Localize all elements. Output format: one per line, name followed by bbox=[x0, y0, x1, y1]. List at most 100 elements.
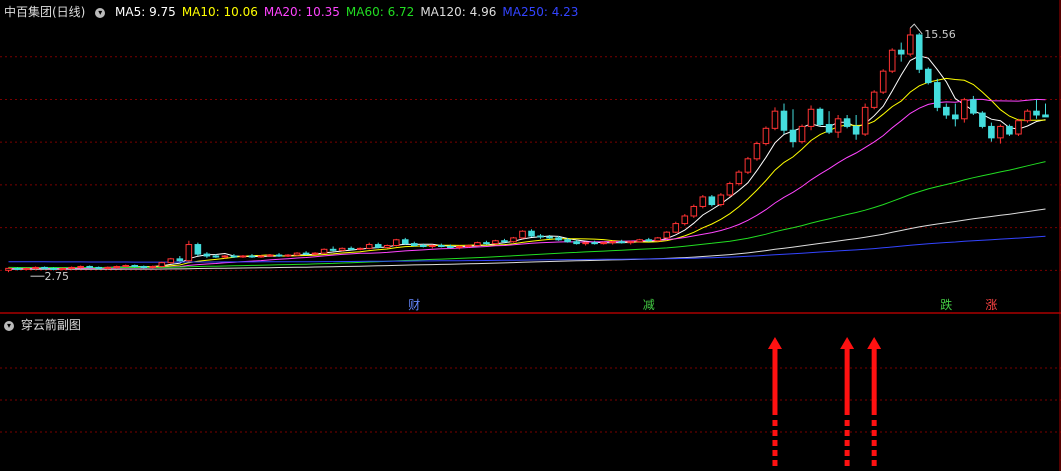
candle-body bbox=[266, 254, 274, 257]
candle-body bbox=[762, 127, 770, 145]
candle-body bbox=[1024, 110, 1031, 122]
candle bbox=[77, 265, 84, 269]
candle bbox=[933, 78, 941, 112]
candle bbox=[1042, 103, 1049, 118]
candle bbox=[140, 265, 148, 269]
ma-legend-item: MA20: 10.35 bbox=[263, 5, 340, 19]
arrow-dash bbox=[772, 450, 778, 456]
candle-body bbox=[447, 245, 454, 248]
candle-body bbox=[924, 68, 932, 84]
signal-marker-label: 减 bbox=[643, 298, 655, 312]
candle-body bbox=[356, 247, 364, 250]
candle-body bbox=[392, 239, 400, 247]
candle-body bbox=[239, 255, 247, 258]
candle bbox=[356, 247, 364, 251]
candle bbox=[708, 195, 716, 207]
candle-body bbox=[717, 194, 725, 206]
arrow-signals bbox=[767, 337, 882, 466]
candle-body bbox=[104, 266, 111, 269]
candle-body bbox=[519, 230, 526, 239]
candle bbox=[483, 240, 490, 245]
candle bbox=[807, 105, 815, 131]
arrow-dash bbox=[772, 460, 778, 466]
candle bbox=[158, 261, 166, 268]
sub-panel-toggle-icon[interactable]: ▾ bbox=[4, 320, 14, 331]
candle-body bbox=[825, 124, 833, 133]
candle bbox=[528, 229, 535, 237]
candle bbox=[456, 245, 463, 250]
candle-body bbox=[320, 248, 328, 254]
signal-marker-label: 涨 bbox=[985, 297, 997, 312]
candle bbox=[654, 236, 662, 242]
candle-body bbox=[185, 244, 193, 262]
candle-body bbox=[1015, 120, 1022, 135]
candle bbox=[194, 242, 202, 256]
candle bbox=[699, 195, 707, 209]
candle-body bbox=[140, 265, 148, 268]
candle bbox=[681, 214, 689, 226]
candle-body bbox=[365, 244, 373, 249]
candle-body bbox=[438, 245, 445, 248]
candle-body bbox=[338, 247, 346, 251]
candle bbox=[401, 237, 409, 245]
candle-body bbox=[1033, 110, 1040, 116]
candle bbox=[347, 246, 355, 251]
candle bbox=[492, 239, 499, 245]
candle-body bbox=[843, 118, 851, 127]
candle-body bbox=[221, 255, 229, 258]
candle-body bbox=[537, 235, 544, 238]
candle-body bbox=[14, 267, 21, 270]
ma-line bbox=[8, 77, 1046, 270]
arrow-dash bbox=[772, 440, 778, 446]
candle bbox=[618, 239, 625, 244]
candle bbox=[537, 234, 544, 239]
candle-body bbox=[32, 266, 39, 269]
candle-body bbox=[834, 118, 842, 133]
candle-body bbox=[113, 265, 121, 268]
candle bbox=[41, 266, 48, 270]
candle bbox=[609, 240, 616, 245]
candle bbox=[744, 156, 752, 175]
candle-body bbox=[627, 241, 634, 244]
candle bbox=[365, 242, 373, 250]
candle bbox=[519, 230, 526, 239]
candle-body bbox=[410, 243, 418, 247]
candle bbox=[915, 33, 923, 74]
candle-body bbox=[798, 125, 806, 143]
candle-body bbox=[735, 171, 743, 185]
candle-body bbox=[501, 240, 508, 243]
candle bbox=[113, 265, 121, 269]
candle bbox=[302, 251, 310, 256]
candle bbox=[789, 109, 797, 148]
high-price-label: 15.56 bbox=[924, 28, 956, 41]
candle bbox=[95, 266, 102, 270]
candle-body bbox=[122, 265, 130, 268]
candle bbox=[122, 264, 130, 268]
candle-body bbox=[95, 266, 102, 269]
candle bbox=[663, 231, 671, 239]
candle bbox=[284, 254, 292, 257]
arrow-dash bbox=[844, 450, 850, 456]
candle-body bbox=[708, 196, 716, 206]
candle bbox=[86, 265, 93, 269]
candle-body bbox=[149, 265, 157, 268]
legend-toggle-icon[interactable]: ▾ bbox=[95, 7, 106, 18]
candle-body bbox=[230, 255, 238, 258]
candle-body bbox=[41, 266, 48, 269]
arrow-dash bbox=[844, 430, 850, 436]
candle-body bbox=[302, 252, 310, 255]
candle bbox=[293, 252, 301, 256]
candle bbox=[735, 170, 743, 186]
candle-body bbox=[636, 239, 644, 243]
ma-legend-item: MA120: 4.96 bbox=[420, 5, 497, 19]
candle bbox=[771, 107, 779, 131]
candle-body bbox=[780, 110, 788, 131]
ma-legend-item: MA250: 4.23 bbox=[502, 5, 579, 19]
candle bbox=[672, 221, 680, 234]
arrow-dash bbox=[772, 430, 778, 436]
arrow-signal bbox=[840, 337, 855, 466]
candle-body bbox=[167, 258, 175, 264]
candle-body bbox=[970, 99, 977, 114]
ma-line bbox=[8, 55, 1046, 270]
candle bbox=[690, 204, 698, 218]
